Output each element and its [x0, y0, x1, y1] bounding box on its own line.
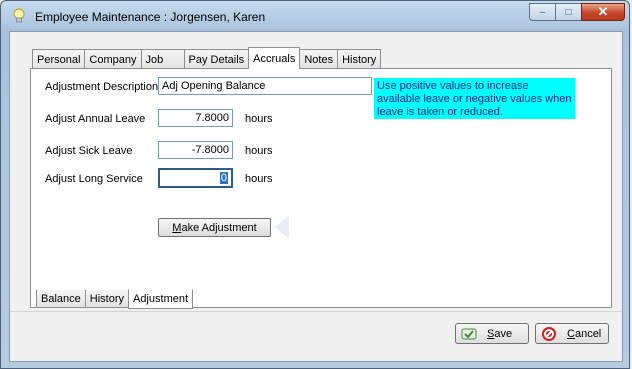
- make-adjustment-accelerator: M: [172, 221, 182, 234]
- make-adjustment-label: ake Adjustment: [181, 221, 257, 234]
- cancel-icon: [541, 326, 557, 342]
- main-tab-strip: Personal Company Job Pay Details Accrual…: [32, 47, 382, 69]
- sick-leave-input[interactable]: -7.8000: [158, 141, 233, 159]
- minimize-button[interactable]: –: [529, 3, 555, 21]
- tab-company[interactable]: Company: [84, 49, 142, 69]
- cancel-label: ancel: [574, 327, 602, 340]
- annual-leave-unit: hours: [245, 113, 273, 125]
- adjust-long-service-label: Adjust Long Service: [45, 173, 143, 185]
- dialog-client-area: Personal Company Job Pay Details Accrual…: [9, 31, 623, 362]
- tab-accruals[interactable]: Accruals: [248, 47, 301, 69]
- adjust-sick-leave-label: Adjust Sick Leave: [45, 145, 133, 157]
- window-title: Employee Maintenance : Jorgensen, Karen: [35, 10, 266, 24]
- footer-divider: [10, 311, 622, 312]
- sick-leave-unit: hours: [245, 145, 273, 157]
- info-note: Use positive values to increase availabl…: [374, 78, 575, 119]
- accruals-sub-tab-strip: Balance History Adjustment: [36, 289, 194, 310]
- caption-buttons: – □ ✕: [529, 3, 625, 23]
- subtab-adjustment[interactable]: Adjustment: [128, 289, 194, 309]
- close-button[interactable]: ✕: [581, 3, 625, 21]
- accruals-panel: Adjustment Description Adj Opening Balan…: [30, 68, 612, 308]
- long-service-value: 0: [219, 172, 228, 184]
- cancel-button[interactable]: Cancel: [535, 323, 609, 344]
- adjust-annual-leave-label: Adjust Annual Leave: [45, 113, 146, 125]
- adjustment-description-label: Adjustment Description: [45, 81, 159, 93]
- save-icon: [461, 326, 477, 342]
- make-adjustment-button[interactable]: Make Adjustment: [158, 218, 271, 237]
- title-bar[interactable]: Employee Maintenance : Jorgensen, Karen …: [1, 1, 629, 31]
- save-button[interactable]: Save: [455, 323, 529, 344]
- long-service-input[interactable]: 0: [158, 168, 233, 188]
- subtab-history[interactable]: History: [84, 290, 129, 308]
- subtab-balance[interactable]: Balance: [36, 290, 86, 308]
- employee-maintenance-dialog: Employee Maintenance : Jorgensen, Karen …: [0, 0, 630, 369]
- annual-leave-input[interactable]: 7.8000: [158, 109, 233, 127]
- cancel-accelerator: C: [567, 327, 575, 340]
- tab-history[interactable]: History: [337, 49, 382, 69]
- adjustment-description-input[interactable]: Adj Opening Balance: [158, 77, 372, 95]
- tab-job[interactable]: Job: [140, 49, 185, 69]
- save-label: ave: [494, 327, 513, 340]
- lightbulb-icon: [12, 8, 26, 24]
- tab-notes[interactable]: Notes: [299, 49, 339, 69]
- maximize-button[interactable]: □: [555, 3, 581, 21]
- tab-pay-details[interactable]: Pay Details: [183, 49, 250, 69]
- tab-personal[interactable]: Personal: [32, 49, 86, 69]
- save-accelerator: S: [487, 327, 495, 340]
- long-service-unit: hours: [245, 173, 273, 185]
- button-hover-glow: [275, 215, 289, 239]
